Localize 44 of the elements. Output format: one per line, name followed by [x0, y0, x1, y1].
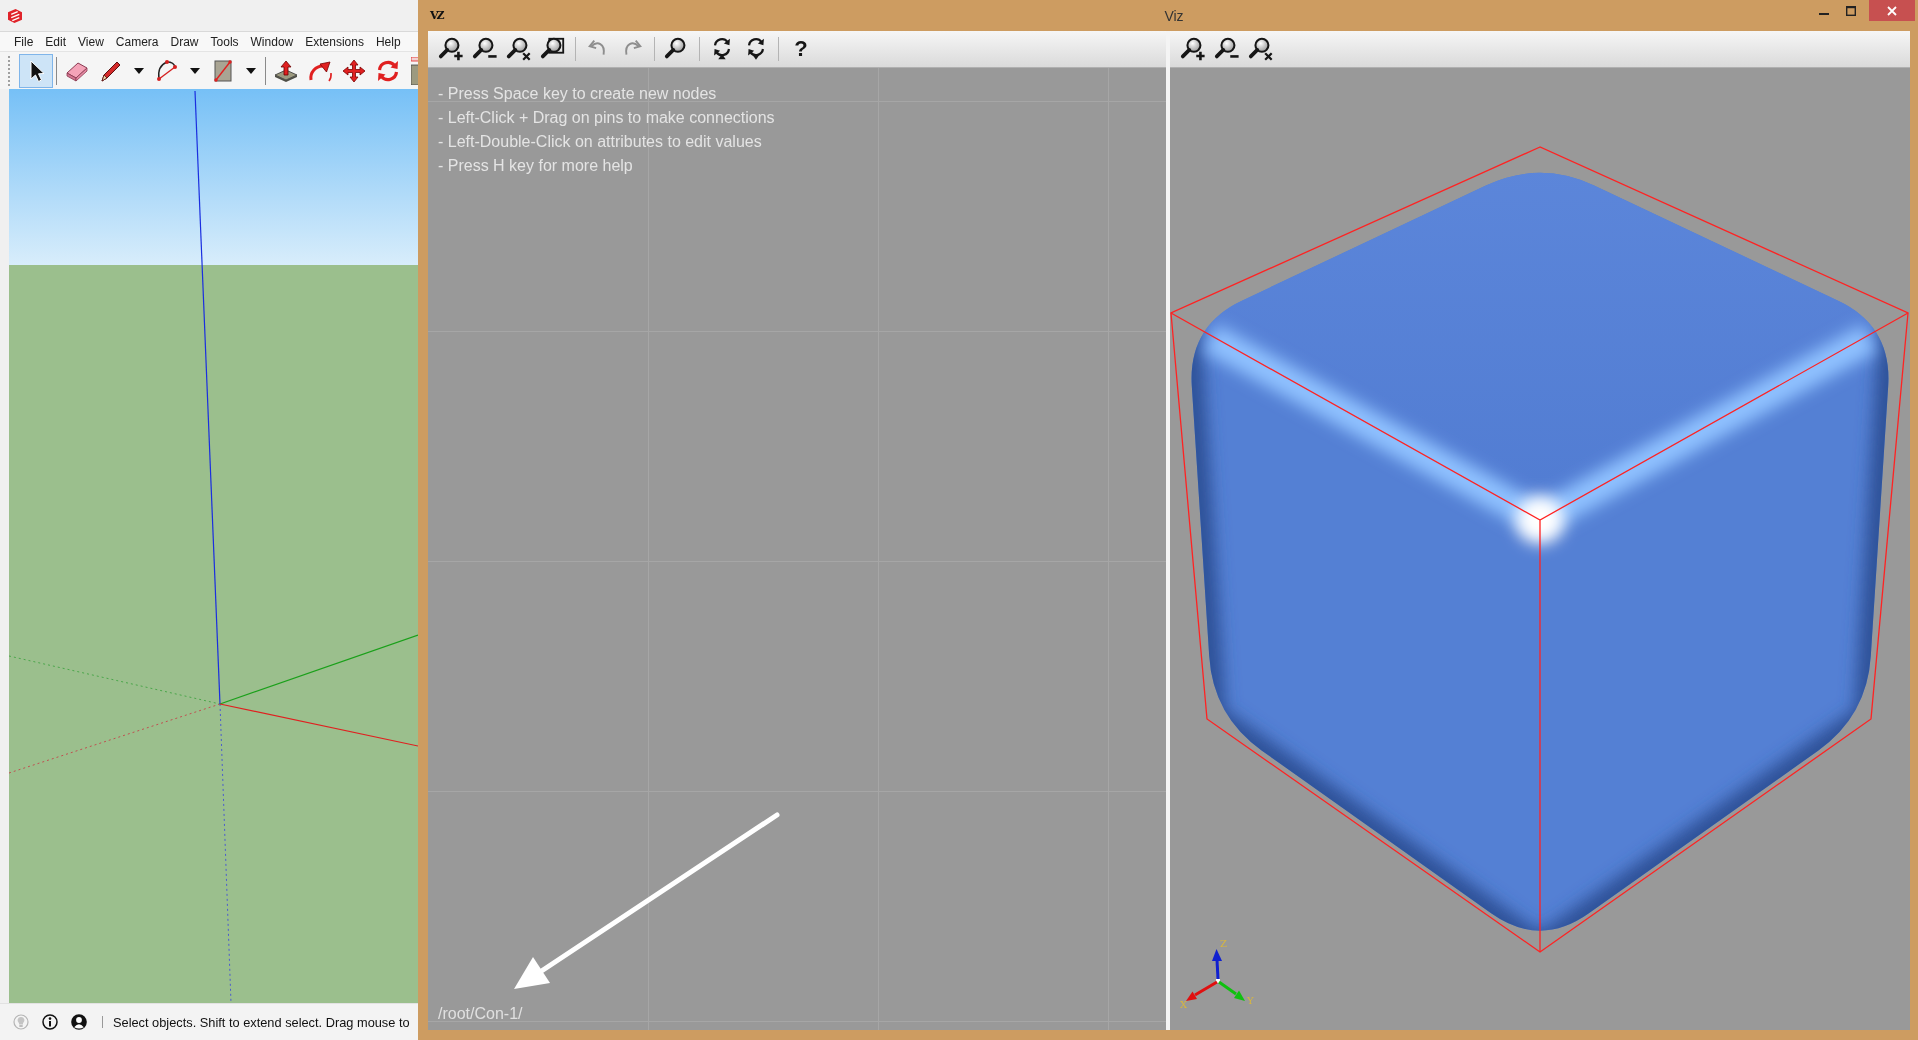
status-text: Select objects. Shift to extend select. Drag mouse to: [113, 1014, 410, 1030]
caret-icon: [134, 67, 144, 74]
axis-label: X: [1180, 999, 1188, 1010]
help-text: - Press H key for more help: [438, 156, 633, 176]
menu-item[interactable]: View: [72, 34, 110, 49]
arc-icon: [154, 57, 180, 84]
menu-item[interactable]: Window: [244, 34, 300, 49]
user-icon[interactable]: [71, 1014, 87, 1030]
menu-item[interactable]: Help: [369, 34, 407, 49]
toolbar-grip[interactable]: [8, 55, 13, 86]
select-tool-button[interactable]: [19, 53, 53, 88]
partial-tool-icon[interactable]: [411, 56, 418, 85]
help-button[interactable]: ?: [787, 34, 815, 64]
help-text: - Left-Click + Drag on pins to make connections: [438, 108, 775, 128]
axis-label: Z: [1220, 938, 1227, 949]
menu-item[interactable]: Edit: [39, 34, 73, 49]
menu-item[interactable]: Camera: [109, 34, 165, 49]
zoom-in-icon: [1180, 36, 1206, 62]
app-logo: VZ: [430, 9, 443, 22]
close-icon: [1887, 5, 1897, 16]
move-arrows-icon: [341, 57, 367, 84]
y-axis-arrow: [1218, 980, 1245, 1001]
window-title: Viz: [1164, 7, 1184, 24]
x-axis-arrow: [1186, 980, 1218, 1001]
axis-origin-icon: [1216, 979, 1220, 983]
z-axis-arrow: [1212, 949, 1222, 980]
menu-item[interactable]: Draw: [164, 34, 205, 49]
menu-item[interactable]: File: [8, 34, 40, 49]
minimize-icon: [1819, 13, 1829, 15]
info-icon[interactable]: [42, 1014, 58, 1030]
path-text: /root/Con-1/: [438, 1005, 523, 1023]
magnifier-cross-icon: [1248, 36, 1274, 62]
zoom-in-icon: [438, 36, 464, 62]
caret-icon: [246, 67, 256, 74]
app-logo-icon: [8, 8, 22, 23]
close-button[interactable]: [1869, 0, 1915, 21]
axis-label: Y: [1247, 995, 1254, 1006]
menu-item[interactable]: Tools: [204, 34, 245, 49]
help-text: - Left-Double-Click on attributes to edit values: [438, 132, 762, 152]
caret-icon: [190, 67, 200, 74]
magnifier-cross-icon: [506, 36, 532, 62]
help-text: - Press Space key to create new nodes: [438, 84, 717, 104]
maximize-icon: [1846, 5, 1856, 16]
menu-item[interactable]: Extensions: [299, 34, 370, 49]
